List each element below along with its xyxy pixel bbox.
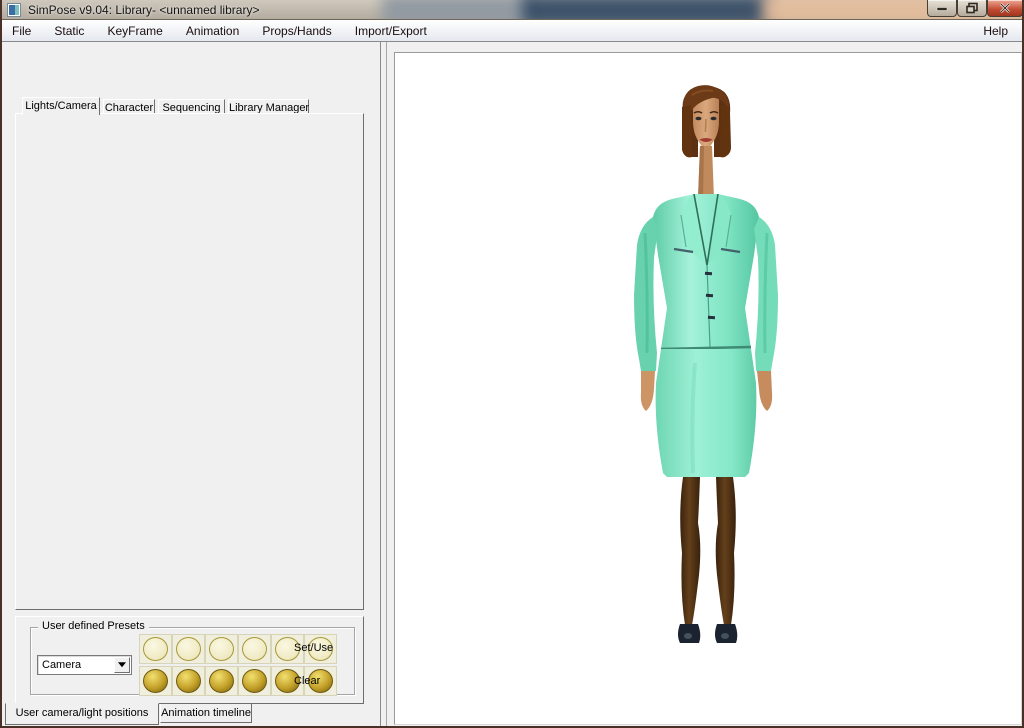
stored-preset-icon (176, 669, 201, 693)
preset-set-use-button-4[interactable] (238, 634, 271, 664)
preset-clear-button-4[interactable] (238, 666, 271, 696)
clear-label: Clear (294, 675, 320, 687)
menu-static[interactable]: Static (44, 20, 94, 42)
menu-import-export[interactable]: Import/Export (345, 20, 437, 42)
menu-bar: File Static KeyFrame Animation Props/Han… (2, 20, 1022, 42)
aero-glass-blur (382, 0, 532, 20)
menu-animation[interactable]: Animation (176, 20, 249, 42)
character-model (395, 53, 1021, 724)
restore-icon (966, 3, 978, 14)
minimize-button[interactable] (927, 0, 957, 17)
tab-animation-timeline[interactable]: Animation timeline (160, 704, 252, 723)
chevron-down-icon[interactable] (114, 657, 130, 673)
window-title: SimPose v9.04: Library- <unnamed library… (28, 3, 259, 17)
close-button[interactable] (987, 0, 1023, 17)
menu-props-hands[interactable]: Props/Hands (252, 20, 341, 42)
character-neck (698, 146, 714, 199)
preset-set-use-button-2[interactable] (172, 634, 205, 664)
app-icon (7, 3, 21, 17)
character-legs (680, 477, 736, 625)
preset-clear-button-2[interactable] (172, 666, 205, 696)
aero-glass-blur (522, 0, 772, 20)
character-jacket (634, 194, 778, 371)
empty-preset-icon (176, 637, 201, 661)
title-bar[interactable]: SimPose v9.04: Library- <unnamed library… (2, 0, 1024, 20)
menu-keyframe[interactable]: KeyFrame (97, 20, 172, 42)
character-shoes (678, 624, 737, 643)
app-window: SimPose v9.04: Library- <unnamed library… (0, 0, 1024, 728)
lights-camera-page (15, 113, 364, 610)
presets-group-title: User defined Presets (38, 620, 149, 632)
restore-button[interactable] (957, 0, 987, 17)
menu-file[interactable]: File (2, 20, 41, 42)
render-viewport[interactable] (394, 52, 1022, 725)
stored-preset-icon (209, 669, 234, 693)
tab-lights-camera[interactable]: Lights/Camera (22, 97, 100, 115)
preset-set-use-button-3[interactable] (205, 634, 238, 664)
character-skirt (656, 349, 757, 477)
preset-set-use-button-1[interactable] (139, 634, 172, 664)
presets-target-value: Camera (42, 659, 81, 671)
close-icon (999, 3, 1011, 13)
stored-preset-icon (143, 669, 168, 693)
empty-preset-icon (242, 637, 267, 661)
set-use-label: Set/Use (294, 642, 333, 654)
panel-divider (386, 42, 387, 726)
minimize-icon (936, 4, 948, 13)
preset-clear-button-1[interactable] (139, 666, 172, 696)
empty-preset-icon (209, 637, 234, 661)
menu-help[interactable]: Help (975, 20, 1016, 38)
preset-clear-button-3[interactable] (205, 666, 238, 696)
empty-preset-icon (143, 637, 168, 661)
tab-user-camera-light-positions[interactable]: User camera/light positions (5, 703, 159, 725)
stored-preset-icon (242, 669, 267, 693)
presets-target-combo[interactable]: Camera (37, 655, 132, 675)
control-panel: Lights/Camera Character Sequencing Libra… (2, 42, 381, 726)
